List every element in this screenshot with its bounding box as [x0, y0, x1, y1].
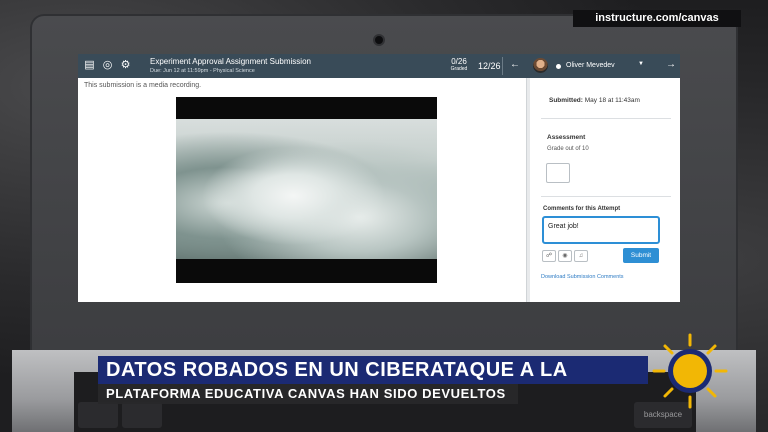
key — [78, 402, 118, 428]
comments-label: Comments for this Attempt — [543, 206, 621, 212]
laptop-screen: ▤ ◎ ⚙ Experiment Approval Assignment Sub… — [78, 54, 680, 302]
eye-icon[interactable]: ◎ — [101, 59, 114, 72]
comment-textarea[interactable]: Great job! — [542, 216, 660, 244]
watermark-url: instructure.com/canvas — [573, 10, 741, 27]
submission-message: This submission is a media recording. — [84, 82, 202, 89]
menu-icon[interactable]: ▤ — [83, 59, 96, 72]
grading-panel: Submitted: May 18 at 11:43am Assessment … — [526, 78, 680, 302]
submitted-value: May 18 at 11:43am — [584, 97, 640, 104]
previous-student-icon[interactable]: ← — [510, 59, 520, 70]
media-comment-icon[interactable]: ◉ — [558, 250, 572, 262]
video-frame — [176, 119, 437, 259]
speech-icon[interactable]: ♫ — [574, 250, 588, 262]
speedgrader-header: ▤ ◎ ⚙ Experiment Approval Assignment Sub… — [78, 54, 680, 78]
submit-button[interactable]: Submit — [623, 248, 659, 263]
graded-count: 0/26 — [451, 57, 467, 66]
assessment-heading: Assessment — [547, 134, 586, 141]
student-avatar — [533, 58, 548, 73]
header-divider — [502, 57, 503, 75]
download-comments-link[interactable]: Download Submission Comments — [541, 274, 624, 280]
sun-logo-icon — [652, 333, 728, 409]
webcam — [373, 34, 385, 46]
media-player[interactable] — [176, 97, 437, 283]
section-divider — [541, 196, 671, 197]
status-dot — [556, 64, 561, 69]
section-divider — [541, 118, 671, 119]
chevron-down-icon[interactable]: ▼ — [638, 61, 644, 67]
grade-input[interactable] — [546, 163, 570, 183]
panel-resize-handle[interactable] — [527, 78, 530, 302]
graded-label: Graded — [450, 66, 468, 72]
submitted-info: Submitted: May 18 at 11:43am — [549, 97, 640, 104]
due-date: Due: Jun 12 at 11:59pm - Physical Scienc… — [150, 68, 255, 74]
student-position: 12/26 — [478, 61, 501, 71]
gear-icon[interactable]: ⚙ — [119, 59, 132, 72]
next-student-icon[interactable]: → — [666, 59, 676, 70]
news-headline-line2: PLATAFORMA EDUCATIVA CANVAS HAN SIDO DEV… — [98, 384, 518, 404]
grade-out-of-label: Grade out of 10 — [547, 146, 589, 152]
news-headline-line1: DATOS ROBADOS EN UN CIBERATAQUE A LA — [98, 356, 648, 384]
assignment-title[interactable]: Experiment Approval Assignment Submissio… — [150, 57, 311, 66]
graded-counter: 0/26 Graded — [446, 57, 472, 72]
key — [122, 402, 162, 428]
attach-icon[interactable]: ☍ — [542, 250, 556, 262]
submitted-label: Submitted: — [549, 97, 583, 104]
student-name[interactable]: Oliver Mevedev — [566, 62, 615, 69]
